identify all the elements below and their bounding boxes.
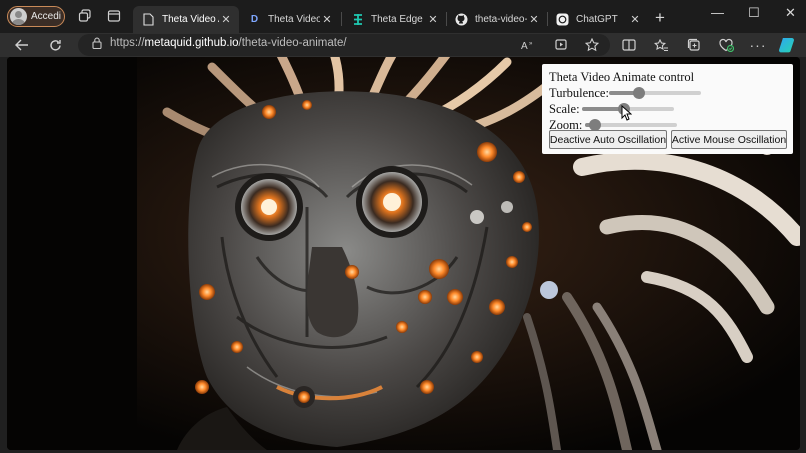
- split-screen-icon[interactable]: [620, 36, 638, 54]
- tab-github-repo[interactable]: theta-video-a ✕: [446, 6, 547, 33]
- tab-theta-video-animate[interactable]: Theta Video A ✕: [133, 6, 239, 33]
- close-window-icon[interactable]: ✕: [785, 5, 796, 21]
- tab-title: Theta Video A: [268, 14, 320, 25]
- svg-text:A: A: [521, 41, 528, 52]
- profile-label: Accedi: [31, 11, 62, 22]
- refresh-icon[interactable]: [46, 36, 64, 54]
- panel-title: Theta Video Animate control: [549, 70, 695, 84]
- mouse-cursor-icon: [621, 105, 632, 121]
- theta-logo-icon: [351, 13, 364, 26]
- d-favicon-icon: D: [250, 14, 259, 25]
- copilot-icon[interactable]: [778, 36, 796, 54]
- tab-theta-edge[interactable]: Theta Edge Cl ✕: [342, 6, 446, 33]
- lock-icon[interactable]: [92, 37, 102, 49]
- turbulence-slider[interactable]: [609, 87, 701, 99]
- profile-button[interactable]: Accedi: [7, 6, 65, 27]
- read-aloud-icon[interactable]: A»: [519, 36, 537, 54]
- close-icon[interactable]: ✕: [628, 13, 642, 26]
- tab-title: ChatGPT: [576, 14, 618, 25]
- github-icon: [455, 13, 468, 26]
- url-text[interactable]: https://metaquid.github.io/theta-video-a…: [110, 37, 347, 49]
- document-icon: [142, 13, 155, 26]
- favorite-star-icon[interactable]: [583, 36, 601, 54]
- minimize-icon[interactable]: —: [711, 5, 724, 20]
- close-icon[interactable]: ✕: [527, 13, 541, 26]
- tab-title: Theta Edge Cl: [371, 14, 426, 25]
- more-options-icon[interactable]: ···: [749, 36, 767, 54]
- new-tab-button[interactable]: +: [655, 8, 665, 28]
- animate-control-panel: Theta Video Animate control Turbulence: …: [542, 64, 793, 154]
- url-prefix: https://: [110, 37, 145, 49]
- tab-bar: Accedi Theta Video A ✕ D Theta Video A ✕…: [0, 0, 806, 33]
- favorites-icon[interactable]: [652, 36, 670, 54]
- close-icon[interactable]: ✕: [219, 13, 233, 26]
- zoom-slider[interactable]: [585, 119, 677, 131]
- back-icon[interactable]: [13, 36, 31, 54]
- tab-chatgpt[interactable]: ChatGPT ✕: [547, 6, 648, 33]
- vertical-tabs-icon[interactable]: [107, 9, 121, 23]
- deactive-auto-oscillation-button[interactable]: Deactive Auto Oscillation: [549, 130, 667, 149]
- tab-title: Theta Video A: [162, 14, 219, 25]
- maximize-icon[interactable]: ☐: [748, 5, 760, 21]
- browser-essentials-icon[interactable]: [717, 36, 735, 54]
- collections-icon[interactable]: [685, 36, 703, 54]
- workspaces-icon[interactable]: [78, 9, 92, 23]
- svg-text:»: »: [529, 41, 533, 47]
- active-mouse-oscillation-button[interactable]: Active Mouse Oscillation: [671, 130, 787, 149]
- url-path: /theta-video-animate/: [238, 37, 347, 49]
- close-icon[interactable]: ✕: [426, 13, 440, 26]
- close-icon[interactable]: ✕: [320, 13, 334, 26]
- turbulence-thumb[interactable]: [633, 87, 645, 99]
- tab-title: theta-video-a: [475, 14, 527, 25]
- media-icon[interactable]: [553, 36, 571, 54]
- chatgpt-icon: [556, 13, 569, 26]
- turbulence-label: Turbulence:: [549, 86, 609, 100]
- tab-theta-video-d[interactable]: D Theta Video A ✕: [239, 6, 340, 33]
- avatar-icon: [10, 8, 27, 25]
- url-domain: metaquid.github.io: [144, 37, 239, 49]
- scale-label: Scale:: [549, 102, 580, 116]
